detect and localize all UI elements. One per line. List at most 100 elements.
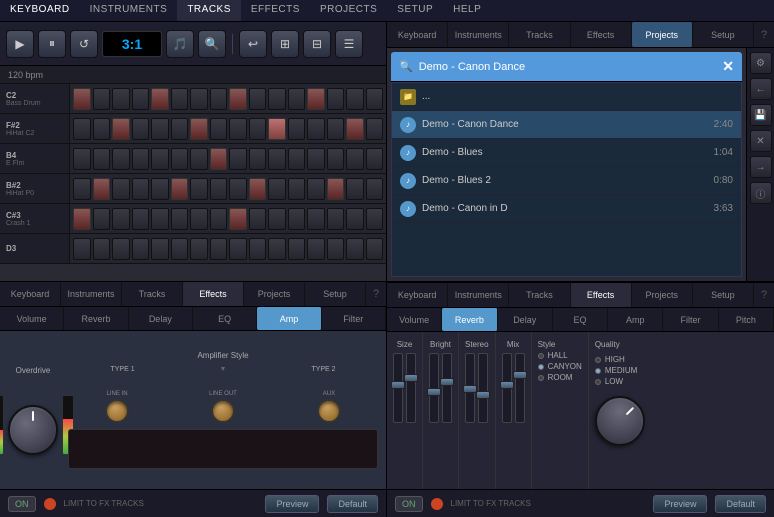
bright-slider2[interactable]: [442, 353, 452, 423]
on-button[interactable]: ON: [8, 496, 36, 512]
stop-button[interactable]: ↺: [70, 30, 98, 58]
beat-btn[interactable]: [288, 148, 306, 170]
slider-thumb[interactable]: [391, 381, 405, 389]
beat-btn[interactable]: [288, 118, 306, 140]
beat-btn[interactable]: [307, 118, 325, 140]
sidebar-close-btn[interactable]: ✕: [750, 130, 772, 152]
right-preview-button[interactable]: Preview: [653, 495, 707, 513]
beat-btn[interactable]: [210, 208, 228, 230]
beat-btn[interactable]: [366, 88, 384, 110]
beat-btn[interactable]: [132, 148, 150, 170]
fx-tab-delay[interactable]: Delay: [129, 307, 193, 330]
right-bottom-setup[interactable]: Setup: [693, 283, 754, 307]
mix-slider[interactable]: [502, 353, 512, 423]
beat-btn[interactable]: [366, 208, 384, 230]
beat-btn[interactable]: [210, 178, 228, 200]
slider-thumb[interactable]: [427, 388, 441, 396]
nav-tracks[interactable]: Tracks: [177, 0, 241, 21]
list-item-parent[interactable]: 📁 ...: [392, 83, 741, 111]
beat-btn[interactable]: [132, 178, 150, 200]
beat-btn[interactable]: [151, 208, 169, 230]
quality-radio-low[interactable]: [595, 379, 601, 385]
pause-button[interactable]: ⏸: [38, 30, 66, 58]
beat-btn[interactable]: [171, 118, 189, 140]
beat-btn[interactable]: [268, 88, 286, 110]
zoom-button[interactable]: 🔍: [198, 30, 226, 58]
right-help-icon[interactable]: ?: [754, 29, 774, 41]
slider-thumb[interactable]: [500, 381, 514, 389]
size-slider[interactable]: [393, 353, 403, 423]
beat-btn[interactable]: [151, 238, 169, 260]
quality-radio-medium[interactable]: [595, 368, 601, 374]
beat-btn[interactable]: [307, 208, 325, 230]
pattern-button[interactable]: ⊟: [303, 30, 331, 58]
beat-btn[interactable]: [171, 88, 189, 110]
fx-tab-reverb[interactable]: Reverb: [64, 307, 128, 330]
jack-linein-connector[interactable]: [105, 399, 129, 423]
reverb-tab-filter[interactable]: Filter: [663, 308, 718, 331]
left-nav-instruments[interactable]: Instruments: [61, 282, 122, 306]
beat-btn[interactable]: [366, 178, 384, 200]
left-nav-setup[interactable]: Setup: [305, 282, 366, 306]
fx-tab-filter[interactable]: Filter: [322, 307, 386, 330]
right-bottom-tracks[interactable]: Tracks: [509, 283, 570, 307]
quality-knob[interactable]: [584, 386, 655, 457]
beat-btn[interactable]: [229, 178, 247, 200]
beat-btn[interactable]: [307, 178, 325, 200]
beat-btn[interactable]: [93, 148, 111, 170]
nav-effects[interactable]: Effects: [241, 0, 310, 21]
beat-btn[interactable]: [151, 148, 169, 170]
size-slider2[interactable]: [406, 353, 416, 423]
play-button[interactable]: ▶: [6, 30, 34, 58]
left-nav-projects[interactable]: Projects: [244, 282, 305, 306]
search-clear-button[interactable]: ✕: [722, 58, 734, 75]
help-icon[interactable]: ?: [366, 288, 386, 300]
beat-btn[interactable]: [132, 88, 150, 110]
preview-button[interactable]: Preview: [265, 495, 319, 513]
jack-lineout-connector[interactable]: [211, 399, 235, 423]
beat-btn[interactable]: [249, 118, 267, 140]
beat-btn[interactable]: [190, 178, 208, 200]
left-nav-tracks[interactable]: Tracks: [122, 282, 183, 306]
reverb-tab-eq[interactable]: EQ: [553, 308, 608, 331]
beat-btn[interactable]: [190, 208, 208, 230]
beat-btn[interactable]: [288, 208, 306, 230]
beat-btn[interactable]: [93, 178, 111, 200]
reverb-tab-delay[interactable]: Delay: [498, 308, 553, 331]
beat-btn[interactable]: [366, 148, 384, 170]
list-item-blues[interactable]: ♪ Demo - Blues 1:04: [392, 139, 741, 167]
beat-btn[interactable]: [307, 148, 325, 170]
left-nav-effects[interactable]: Effects: [183, 282, 244, 306]
right-bottom-effects[interactable]: Effects: [571, 283, 632, 307]
slider-thumb[interactable]: [513, 371, 527, 379]
beat-btn[interactable]: [171, 148, 189, 170]
beat-btn[interactable]: [366, 238, 384, 260]
right-nav-projects[interactable]: Projects: [632, 22, 693, 47]
style-radio-hall[interactable]: [538, 353, 544, 359]
stereo-slider[interactable]: [465, 353, 475, 423]
beat-btn[interactable]: [93, 118, 111, 140]
beat-btn[interactable]: [249, 88, 267, 110]
beat-btn[interactable]: [151, 178, 169, 200]
beat-btn[interactable]: [327, 238, 345, 260]
sidebar-settings-btn[interactable]: ⚙: [750, 52, 772, 74]
beat-btn[interactable]: [229, 118, 247, 140]
beat-btn[interactable]: [249, 208, 267, 230]
beat-btn[interactable]: [346, 148, 364, 170]
fx-tab-eq[interactable]: EQ: [193, 307, 257, 330]
beat-btn[interactable]: [210, 88, 228, 110]
beat-btn[interactable]: [249, 148, 267, 170]
beat-btn[interactable]: [346, 118, 364, 140]
right-nav-instruments[interactable]: Instruments: [448, 22, 509, 47]
beat-btn[interactable]: [171, 238, 189, 260]
beat-btn[interactable]: [327, 88, 345, 110]
beat-btn[interactable]: [307, 238, 325, 260]
beat-btn[interactable]: [346, 208, 364, 230]
beat-btn[interactable]: [190, 238, 208, 260]
beat-btn[interactable]: [112, 118, 130, 140]
mix-slider2[interactable]: [515, 353, 525, 423]
right-bottom-keyboard[interactable]: Keyboard: [387, 283, 448, 307]
beat-btn[interactable]: [190, 88, 208, 110]
right-default-button[interactable]: Default: [715, 495, 766, 513]
beat-btn[interactable]: [288, 88, 306, 110]
